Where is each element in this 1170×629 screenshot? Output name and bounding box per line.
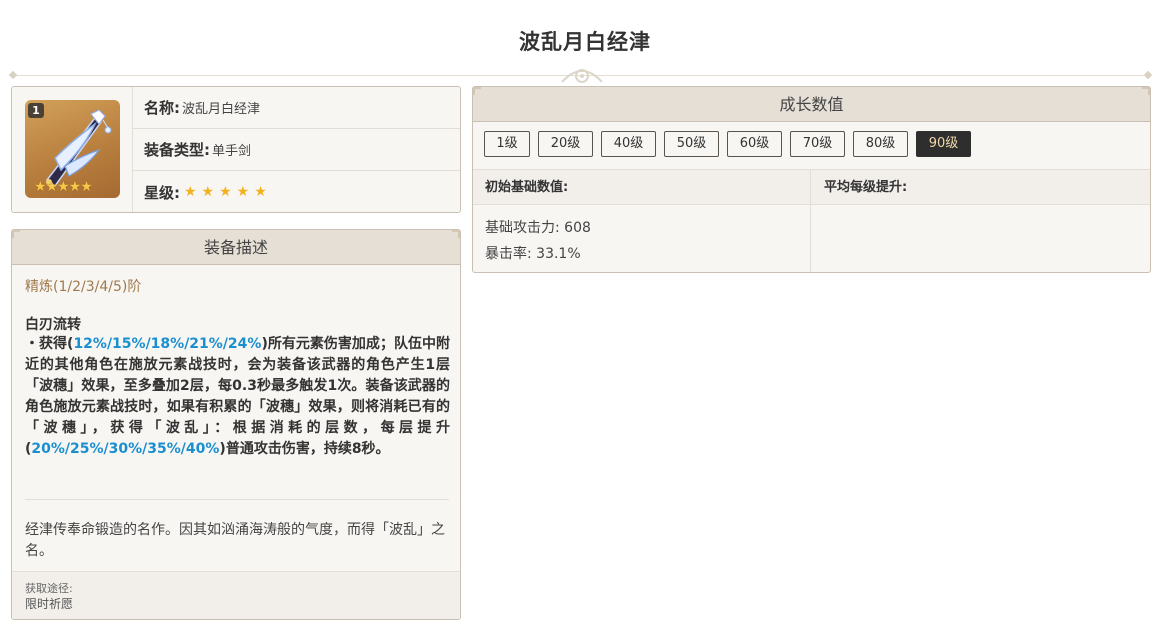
image-star-rating: ★★★★★ <box>34 179 93 195</box>
type-label: 装备类型: <box>144 141 210 159</box>
skill-text-part-3: )普通攻击伤害，持续8秒。 <box>219 441 390 457</box>
description-divider <box>25 499 449 500</box>
name-row: 名称: 波乱月白经津 <box>133 87 460 129</box>
skill-description: ・获得(12%/15%/18%/21%/24%)所有元素伤害加成；队伍中附近的其… <box>25 334 450 460</box>
lore-text: 经津传奉命锻造的名作。因其如汹涌海涛般的气度，而得「波乱」之名。 <box>25 522 445 559</box>
stat-base-attack: 基础攻击力: 608 <box>485 220 591 236</box>
source-value: 限时祈愿 <box>25 597 74 611</box>
skill-value-1: 12%/15%/18%/21%/24% <box>73 336 262 352</box>
base-stats-column: 初始基础数值: <box>485 180 569 195</box>
divider-end-right <box>1143 70 1153 80</box>
column-divider <box>810 169 811 272</box>
growth-header: 成长数值 <box>473 87 1150 122</box>
growth-panel: 成长数值 1级 20级 40级 50级 60级 70级 80级 90级 初始基础… <box>472 86 1151 273</box>
description-header: 装备描述 <box>12 230 460 265</box>
level-tab-50[interactable]: 50级 <box>664 131 719 157</box>
skill-text-part-2: )所有元素伤害加成；队伍中附近的其他角色在施放元素战技时，会为装备该武器的角色产… <box>25 336 450 457</box>
star-row: 星级: ★★★★★ <box>133 171 460 212</box>
star-label: 星级: <box>144 183 180 202</box>
refine-levels: 精炼(1/2/3/4/5)阶 <box>25 279 142 295</box>
level-tabs: 1级 20级 40级 50级 60级 70级 80级 90级 <box>484 131 971 157</box>
weapon-info-panel: 1 ★★★★★ 名称: 波乱月白经津 装备类型: 单手剑 星级: ★★★★★ <box>11 86 461 213</box>
type-row: 装备类型: 单手剑 <box>133 129 460 171</box>
weapon-image: 1 ★★★★★ <box>25 100 120 198</box>
source-label: 获取途径: <box>25 582 73 595</box>
title-ornament-icon <box>561 69 603 83</box>
skill-name: 白刃流转 <box>25 317 81 333</box>
rarity-badge: 1 <box>28 103 44 118</box>
type-value: 单手剑 <box>212 144 252 159</box>
source-box: 获取途径: 限时祈愿 <box>12 571 460 619</box>
level-tab-90[interactable]: 90级 <box>916 131 971 157</box>
page-title: 波乱月白经津 <box>519 30 651 54</box>
stat-crit-rate: 暴击率: 33.1% <box>485 246 581 262</box>
skill-value-2: 20%/25%/30%/35%/40% <box>31 441 220 457</box>
header-corner-left <box>12 230 20 238</box>
level-tab-20[interactable]: 20级 <box>538 131 593 157</box>
avg-growth-column: 平均每级提升: <box>824 180 908 195</box>
name-value: 波乱月白经津 <box>182 102 261 117</box>
level-tab-60[interactable]: 60级 <box>727 131 782 157</box>
level-tab-1[interactable]: 1级 <box>484 131 530 157</box>
header-corner-left <box>473 87 481 95</box>
name-label: 名称: <box>144 99 180 117</box>
description-panel: 装备描述 精炼(1/2/3/4/5)阶 白刃流转 ・获得(12%/15%/18%… <box>11 229 461 620</box>
stat-table-header: 初始基础数值: 平均每级提升: <box>473 169 1150 205</box>
header-corner-right <box>452 230 460 238</box>
skill-text-part-1: ・获得( <box>25 336 74 352</box>
level-tab-70[interactable]: 70级 <box>790 131 845 157</box>
header-corner-right <box>1142 87 1150 95</box>
level-tab-80[interactable]: 80级 <box>853 131 908 157</box>
divider-end-left <box>8 70 18 80</box>
weapon-image-cell: 1 ★★★★★ <box>12 87 133 212</box>
level-tab-40[interactable]: 40级 <box>601 131 656 157</box>
star-rating: ★★★★★ <box>184 184 272 200</box>
